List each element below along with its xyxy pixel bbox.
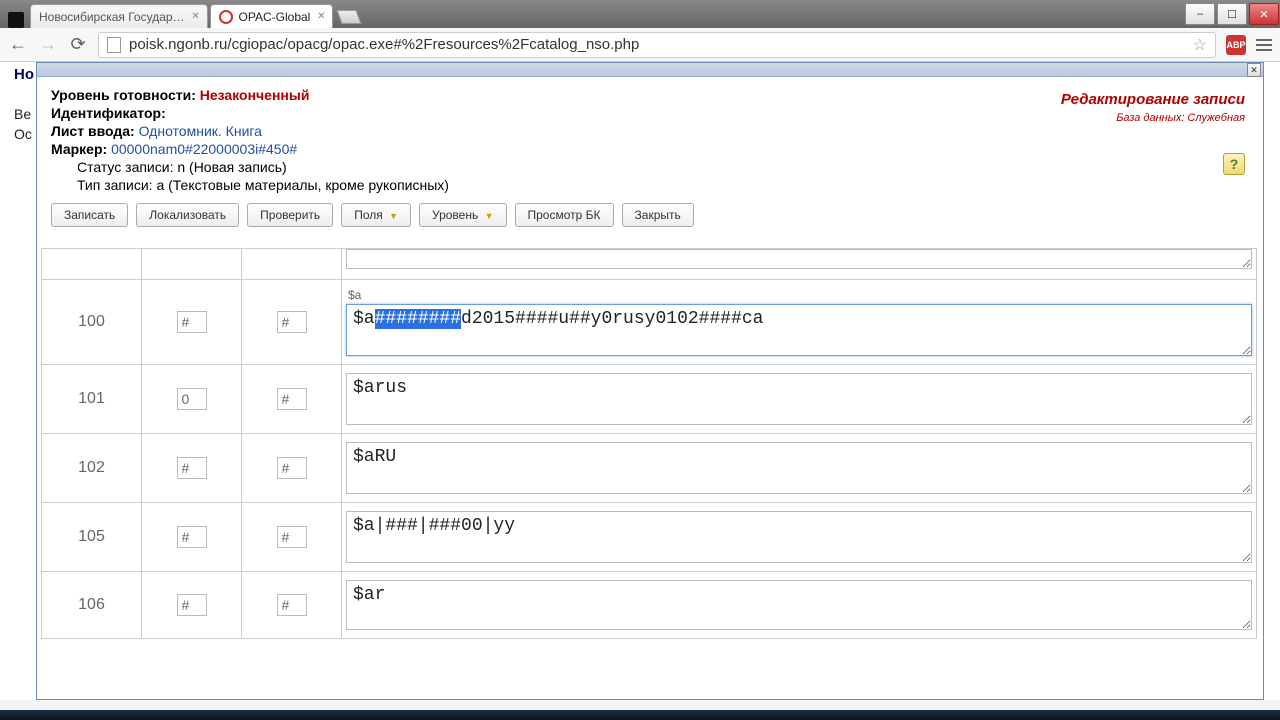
indicator1-input[interactable]: [177, 526, 207, 548]
tab-active[interactable]: OPAC-Global ✕: [210, 4, 334, 28]
check-button[interactable]: Проверить: [247, 203, 333, 227]
window-close-button[interactable]: ✕: [1249, 3, 1279, 25]
preview-button[interactable]: Просмотр БК: [515, 203, 614, 227]
field-value-input[interactable]: [346, 442, 1252, 494]
new-tab-button[interactable]: [337, 10, 362, 24]
indicator1-input[interactable]: [177, 388, 207, 410]
tab-label: Новосибирская Государ…: [39, 10, 185, 24]
close-button[interactable]: Закрыть: [622, 203, 694, 227]
marker-label: Маркер:: [51, 141, 107, 157]
record-status-label: Статус записи:: [77, 159, 173, 175]
page-icon: [107, 37, 121, 53]
indicator2-input[interactable]: [277, 388, 307, 410]
forward-icon[interactable]: →: [38, 35, 58, 55]
window-controls: – ☐ ✕: [1184, 0, 1280, 28]
header-right: Редактирование записи База данных: Служе…: [1061, 91, 1245, 124]
indicator2-input[interactable]: [277, 311, 307, 333]
selected-text: ########: [375, 309, 461, 329]
value-cell: [342, 249, 1257, 279]
ind1-cell: [142, 280, 242, 364]
tag-cell: 105: [42, 503, 142, 571]
maximize-button[interactable]: ☐: [1217, 3, 1247, 25]
close-icon[interactable]: ✕: [314, 9, 328, 23]
url-text: poisk.ngonb.ru/cgiopac/opacg/opac.exe#%2…: [129, 36, 639, 53]
modal-titlebar: ✕: [37, 63, 1263, 77]
close-icon[interactable]: ✕: [189, 9, 203, 23]
bookmark-star-icon[interactable]: ☆: [1193, 35, 1207, 55]
indicator2-input[interactable]: [277, 526, 307, 548]
close-icon[interactable]: ✕: [1247, 63, 1261, 77]
indicator2-input[interactable]: [277, 457, 307, 479]
windows-taskbar: [0, 710, 1280, 720]
field-value-input[interactable]: [346, 511, 1252, 563]
field-value-input[interactable]: [346, 373, 1252, 425]
chrome-menu-icon[interactable]: [1256, 39, 1272, 51]
ind2-cell: [242, 249, 342, 279]
field-value-input[interactable]: [346, 249, 1252, 269]
indicator1-input[interactable]: [177, 457, 207, 479]
input-sheet-value: Однотомник. Книга: [139, 123, 262, 139]
app-favicon: [8, 12, 24, 28]
record-type-link[interactable]: a (Текстовые материалы, кроме рукописных…: [156, 177, 449, 193]
indicator1-input[interactable]: [177, 594, 207, 616]
value-cell: $a $a########d2015####u##y0rusy0102####c…: [342, 280, 1257, 364]
bg-line: Ве: [14, 106, 31, 122]
indicator2-input[interactable]: [277, 594, 307, 616]
ind2-cell: [242, 280, 342, 364]
record-status-link[interactable]: n (Новая запись): [177, 159, 286, 175]
localize-button[interactable]: Локализовать: [136, 203, 239, 227]
save-button[interactable]: Записать: [51, 203, 128, 227]
url-input[interactable]: poisk.ngonb.ru/cgiopac/opacg/opac.exe#%2…: [98, 32, 1216, 58]
field-value-input[interactable]: $a########d2015####u##y0rusy0102####ca: [346, 304, 1252, 356]
reload-icon[interactable]: ⟳: [68, 35, 88, 55]
editor-toolbar: Записать Локализовать Проверить Поля Уро…: [51, 203, 1249, 227]
input-sheet-label: Лист ввода:: [51, 123, 135, 139]
record-type-label: Тип записи:: [77, 177, 153, 193]
tab-label: OPAC-Global: [239, 10, 311, 24]
readiness-label: Уровень готовности:: [51, 87, 196, 103]
fields-grid[interactable]: 100 $a $a########d2015####u##y0rusy0102#…: [41, 247, 1257, 699]
help-icon[interactable]: ?: [1223, 153, 1245, 175]
back-icon[interactable]: ←: [8, 35, 28, 55]
tag-cell: 100: [42, 280, 142, 364]
record-editor-modal: ✕ Редактирование записи База данных: Слу…: [36, 62, 1264, 700]
tag-cell: 106: [42, 572, 142, 638]
browser-tabbar: Новосибирская Государ… ✕ OPAC-Global ✕: [0, 0, 1280, 28]
tag-cell: [42, 249, 142, 279]
ind1-cell: [142, 249, 242, 279]
identifier-label: Идентификатор:: [51, 105, 166, 121]
tag-cell: 102: [42, 434, 142, 502]
marker-value: 00000nam0#22000003i#450#: [111, 141, 297, 157]
bg-line: Ос: [14, 126, 32, 142]
field-value-input[interactable]: [346, 580, 1252, 630]
mode-label: Редактирование записи: [1061, 91, 1245, 108]
bg-heading: Но: [14, 66, 34, 83]
readiness-value: Незаконченный: [200, 87, 310, 103]
indicator1-input[interactable]: [177, 311, 207, 333]
tab-inactive[interactable]: Новосибирская Государ… ✕: [30, 4, 208, 28]
fields-dropdown[interactable]: Поля: [341, 203, 411, 227]
minimize-button[interactable]: –: [1185, 3, 1215, 25]
address-bar: ← → ⟳ poisk.ngonb.ru/cgiopac/opacg/opac.…: [0, 28, 1280, 62]
adblock-icon[interactable]: ABP: [1226, 35, 1246, 55]
opac-favicon-icon: [219, 10, 233, 24]
tag-cell: 101: [42, 365, 142, 433]
subfield-label: $a: [348, 288, 361, 302]
database-label: База данных: Служебная: [1061, 112, 1245, 124]
level-dropdown[interactable]: Уровень: [419, 203, 507, 227]
